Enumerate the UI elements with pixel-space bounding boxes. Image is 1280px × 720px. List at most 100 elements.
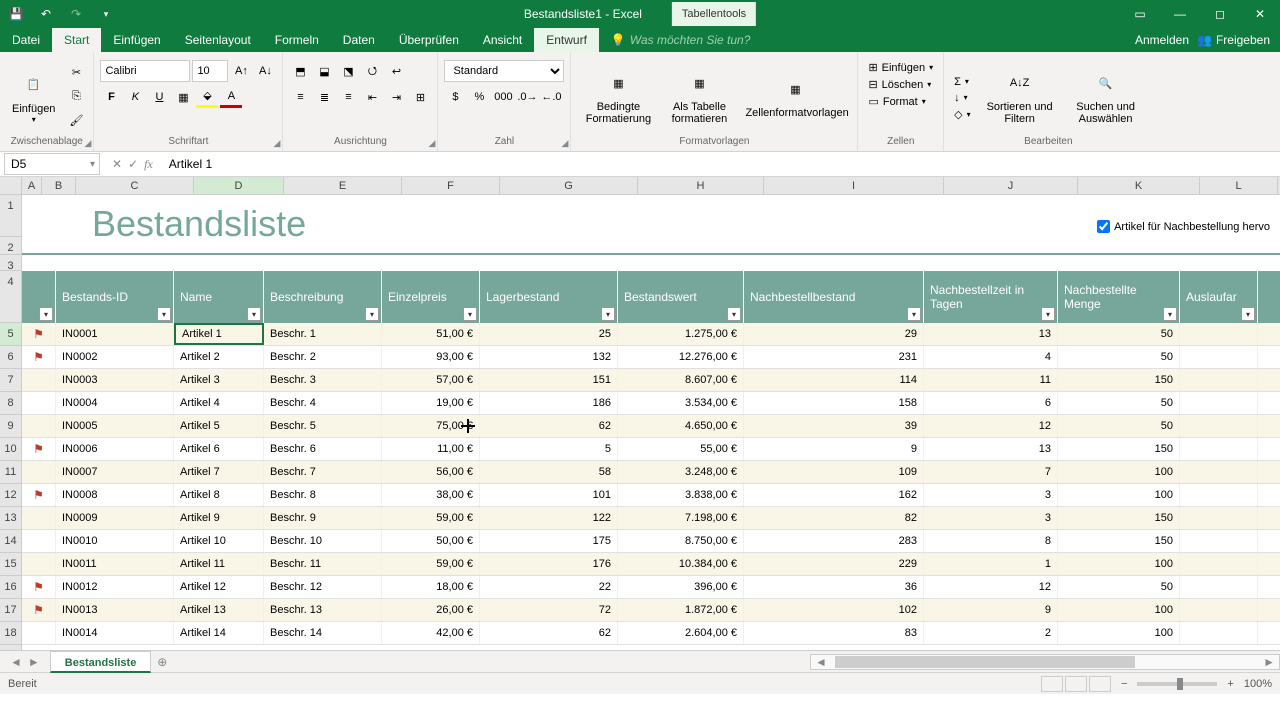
cell-stock[interactable]: 132: [480, 346, 618, 368]
cell-value[interactable]: 7.198,00 €: [618, 507, 744, 529]
tab-view[interactable]: Ansicht: [471, 28, 534, 52]
fill-button[interactable]: ↓▾: [950, 91, 974, 105]
cell-qty[interactable]: 50: [1058, 576, 1180, 598]
column-header-C[interactable]: C: [76, 177, 194, 194]
horizontal-scrollbar[interactable]: ◄ ►: [810, 654, 1280, 670]
cell-name[interactable]: Artikel 11: [174, 553, 264, 575]
align-middle-icon[interactable]: ⬓: [313, 60, 335, 82]
format-painter-icon[interactable]: 🖌: [65, 109, 87, 131]
filter-icon[interactable]: ▾: [1163, 307, 1177, 321]
column-header-H[interactable]: H: [638, 177, 764, 194]
table-header[interactable]: Nachbestellzeit in Tagen▾: [924, 271, 1058, 323]
table-row[interactable]: IN0003Artikel 3Beschr. 357,00 €1518.607,…: [22, 369, 1280, 392]
cell-stock[interactable]: 175: [480, 530, 618, 552]
cell-name[interactable]: Artikel 5: [174, 415, 264, 437]
cell-id[interactable]: IN0014: [56, 622, 174, 644]
find-select-button[interactable]: 🔍 Suchen und Auswählen: [1065, 56, 1147, 136]
flag-cell[interactable]: [22, 369, 56, 391]
cell-desc[interactable]: Beschr. 3: [264, 369, 382, 391]
insert-cells-button[interactable]: ⊞Einfügen▾: [864, 60, 937, 75]
orientation-icon[interactable]: ⭯: [361, 60, 383, 82]
cell-reorder[interactable]: 114: [744, 369, 924, 391]
font-color-icon[interactable]: A: [220, 86, 242, 108]
cell-value[interactable]: 3.534,00 €: [618, 392, 744, 414]
cell-reorder[interactable]: 283: [744, 530, 924, 552]
align-right-icon[interactable]: ≡: [337, 86, 359, 108]
cell-value[interactable]: 4.650,00 €: [618, 415, 744, 437]
share-button[interactable]: 👥 Freigeben: [1197, 33, 1270, 47]
cell-price[interactable]: 26,00 €: [382, 599, 480, 621]
cell-stock[interactable]: 5: [480, 438, 618, 460]
cell-name[interactable]: Artikel 14: [174, 622, 264, 644]
cell-value[interactable]: 1.275,00 €: [618, 323, 744, 345]
number-format-combo[interactable]: Standard: [444, 60, 564, 82]
underline-button[interactable]: U: [148, 86, 170, 108]
cell-reorder[interactable]: 229: [744, 553, 924, 575]
signin-link[interactable]: Anmelden: [1135, 33, 1189, 47]
table-header[interactable]: Name▾: [174, 271, 264, 323]
table-header[interactable]: Beschreibung▾: [264, 271, 382, 323]
decrease-font-icon[interactable]: A↓: [254, 60, 276, 82]
align-bottom-icon[interactable]: ⬔: [337, 60, 359, 82]
cell-days[interactable]: 4: [924, 346, 1058, 368]
cell-qty[interactable]: 150: [1058, 507, 1180, 529]
tab-review[interactable]: Überprüfen: [387, 28, 471, 52]
tab-formulas[interactable]: Formeln: [263, 28, 331, 52]
table-row[interactable]: ⚑IN0002Artikel 2Beschr. 293,00 €13212.27…: [22, 346, 1280, 369]
filter-icon[interactable]: ▾: [601, 307, 615, 321]
flag-cell[interactable]: [22, 461, 56, 483]
flag-cell[interactable]: ⚑: [22, 576, 56, 598]
table-row[interactable]: IN0010Artikel 10Beschr. 1050,00 €1758.75…: [22, 530, 1280, 553]
align-top-icon[interactable]: ⬒: [289, 60, 311, 82]
font-name-combo[interactable]: [100, 60, 190, 82]
decrease-decimal-icon[interactable]: ←.0: [540, 86, 562, 108]
cell-id[interactable]: IN0007: [56, 461, 174, 483]
row-header-18[interactable]: 18: [0, 622, 21, 645]
cell-desc[interactable]: Beschr. 10: [264, 530, 382, 552]
cell-desc[interactable]: Beschr. 7: [264, 461, 382, 483]
table-row[interactable]: IN0014Artikel 14Beschr. 1442,00 €622.604…: [22, 622, 1280, 645]
column-header-I[interactable]: I: [764, 177, 944, 194]
cell-price[interactable]: 50,00 €: [382, 530, 480, 552]
row-header-6[interactable]: 6: [0, 346, 21, 369]
cell-days[interactable]: 8: [924, 530, 1058, 552]
cell-qty[interactable]: 50: [1058, 392, 1180, 414]
table-row[interactable]: IN0011Artikel 11Beschr. 1159,00 €17610.3…: [22, 553, 1280, 576]
cell-id[interactable]: IN0005: [56, 415, 174, 437]
tab-home[interactable]: Start: [52, 28, 101, 52]
decrease-indent-icon[interactable]: ⇤: [361, 86, 383, 108]
table-header[interactable]: Bestands-ID▾: [56, 271, 174, 323]
row-header-16[interactable]: 16: [0, 576, 21, 599]
row-header-17[interactable]: 17: [0, 599, 21, 622]
scroll-left-icon[interactable]: ◄: [811, 655, 831, 669]
copy-icon[interactable]: ⎘: [65, 85, 87, 107]
cell-price[interactable]: 57,00 €: [382, 369, 480, 391]
align-left-icon[interactable]: ≡: [289, 86, 311, 108]
cell-days[interactable]: 7: [924, 461, 1058, 483]
filter-icon[interactable]: ▾: [907, 307, 921, 321]
row-header-1[interactable]: 1: [0, 195, 21, 237]
qat-customize-icon[interactable]: ▾: [96, 4, 116, 24]
column-header-D[interactable]: D: [194, 177, 284, 194]
cell-discontinued[interactable]: [1180, 415, 1258, 437]
zoom-in-icon[interactable]: +: [1227, 678, 1233, 690]
cell-name[interactable]: Artikel 10: [174, 530, 264, 552]
flag-cell[interactable]: ⚑: [22, 346, 56, 368]
cell-reorder[interactable]: 162: [744, 484, 924, 506]
undo-icon[interactable]: ↶: [36, 4, 56, 24]
redo-icon[interactable]: ↷: [66, 4, 86, 24]
cell-price[interactable]: 59,00 €: [382, 507, 480, 529]
sheet-body[interactable]: Bestandsliste Artikel für Nachbestellung…: [22, 195, 1280, 650]
alignment-launcher-icon[interactable]: ◢: [429, 138, 436, 149]
cell-desc[interactable]: Beschr. 4: [264, 392, 382, 414]
delete-cells-button[interactable]: ⊟Löschen▾: [864, 77, 937, 92]
cell-reorder[interactable]: 39: [744, 415, 924, 437]
cell-stock[interactable]: 62: [480, 415, 618, 437]
tab-page-layout[interactable]: Seitenlayout: [173, 28, 263, 52]
increase-decimal-icon[interactable]: .0→: [516, 86, 538, 108]
cell-discontinued[interactable]: [1180, 392, 1258, 414]
cell-qty[interactable]: 50: [1058, 323, 1180, 345]
scroll-thumb[interactable]: [835, 656, 1135, 668]
cell-name[interactable]: Artikel 9: [174, 507, 264, 529]
autosum-button[interactable]: Σ▾: [950, 75, 974, 89]
